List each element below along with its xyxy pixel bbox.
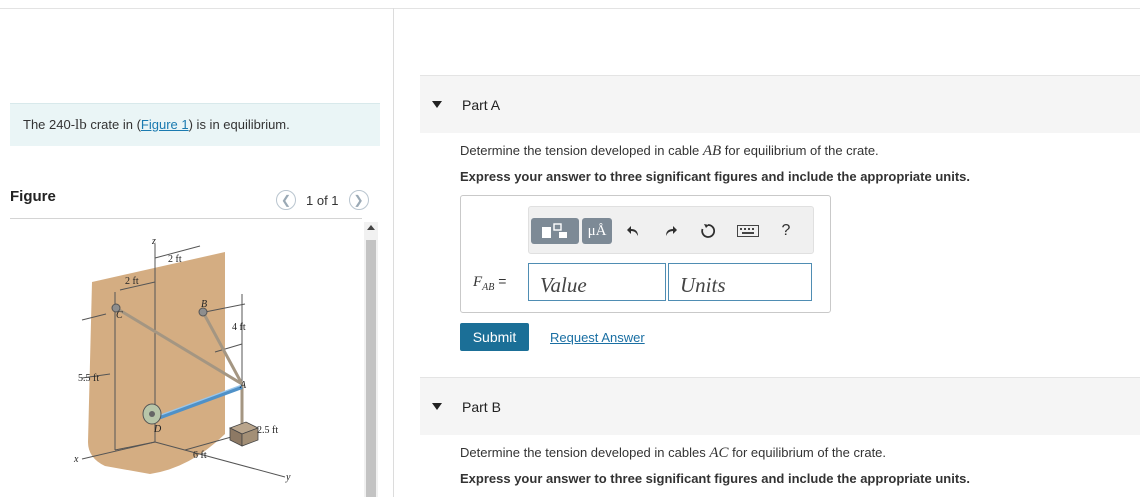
request-answer-link[interactable]: Request Answer: [550, 330, 645, 345]
top-border: [0, 8, 1140, 9]
chevron-left-icon: ❮: [280, 193, 292, 207]
units-button[interactable]: μÅ: [582, 218, 612, 244]
figure-link[interactable]: Figure 1: [141, 117, 189, 132]
problem-intro: The 240-lb crate in (Figure 1) is in equ…: [10, 103, 380, 146]
collapse-triangle-icon: [432, 101, 442, 108]
panel-divider: [393, 8, 394, 497]
part-b-question: Determine the tension developed in cable…: [460, 445, 886, 462]
intro-prefix: The 240-: [23, 117, 76, 132]
answer-symbol: F: [473, 274, 483, 290]
templates-icon: [542, 223, 567, 238]
figure-title: Figure: [10, 188, 56, 205]
label-dim-2ft-top: 2 ft: [168, 254, 182, 265]
question-variable: AC: [709, 445, 729, 461]
question-suffix: for equilibrium of the crate.: [728, 445, 887, 460]
question-suffix: for equilibrium of the crate.: [721, 143, 879, 158]
collapse-triangle-icon: [432, 403, 442, 410]
chevron-right-icon: ❯: [353, 193, 364, 207]
question-prefix: Determine the tension developed in cable…: [460, 445, 710, 460]
part-b-instruction: Express your answer to three significant…: [460, 471, 970, 486]
scroll-up-arrow-icon[interactable]: [364, 224, 378, 234]
part-a-label: Part A: [462, 96, 501, 113]
crate-icon: [229, 421, 259, 447]
figure-scrollbar[interactable]: [364, 222, 378, 497]
value-input[interactable]: [528, 263, 666, 301]
answer-equals: =: [494, 273, 507, 289]
label-point-b: B: [201, 299, 207, 310]
math-toolbar: μÅ ?: [528, 206, 814, 254]
figure-page-count: 1 of 1: [306, 192, 339, 208]
label-dim-4ft: 4 ft: [232, 322, 246, 333]
part-a-header[interactable]: Part A: [420, 75, 1140, 133]
label-z: z: [151, 236, 156, 247]
figure-divider: [10, 218, 362, 219]
answer-variable-label: FAB =: [473, 273, 506, 293]
label-dim-2-5ft: 2.5 ft: [257, 425, 278, 436]
figure-diagram: z x y 2 ft 2 ft 4 ft 5.5 ft 2.5 ft 6 ft …: [73, 236, 291, 483]
intro-suffix: ) is in equilibrium.: [188, 117, 290, 132]
prev-figure-button[interactable]: ❮: [276, 190, 296, 210]
scroll-thumb[interactable]: [366, 240, 376, 497]
question-prefix: Determine the tension developed in cable: [460, 143, 703, 158]
next-figure-button[interactable]: ❯: [348, 190, 369, 210]
units-input[interactable]: [668, 263, 812, 301]
label-dim-6ft: 6 ft: [193, 450, 207, 461]
label-point-c: C: [116, 310, 123, 321]
intro-mid: crate in (: [86, 117, 141, 132]
part-b-header[interactable]: Part B: [420, 377, 1140, 435]
label-x: x: [73, 454, 79, 465]
part-b-label: Part B: [462, 398, 501, 415]
label-y: y: [285, 472, 291, 483]
label-dim-5-5ft: 5.5 ft: [78, 373, 99, 384]
reset-icon[interactable]: [699, 220, 717, 242]
label-point-d: D: [153, 424, 162, 435]
label-point-a: A: [239, 380, 247, 391]
keyboard-icon[interactable]: [736, 220, 760, 242]
help-button[interactable]: ?: [777, 220, 795, 242]
question-variable: AB: [702, 143, 722, 159]
weight-unit: lb: [75, 117, 87, 133]
label-dim-2ft-side: 2 ft: [125, 276, 139, 287]
answer-subscript: AB: [482, 281, 495, 293]
redo-icon[interactable]: [662, 220, 680, 242]
answer-box: μÅ ? FAB =: [460, 195, 831, 313]
undo-icon[interactable]: [624, 220, 642, 242]
part-a-instruction: Express your answer to three significant…: [460, 169, 970, 184]
submit-button[interactable]: Submit: [460, 323, 529, 351]
templates-button[interactable]: [531, 218, 579, 244]
part-a-question: Determine the tension developed in cable…: [460, 143, 879, 160]
figure-pager: ❮ 1 of 1 ❯: [276, 189, 369, 211]
